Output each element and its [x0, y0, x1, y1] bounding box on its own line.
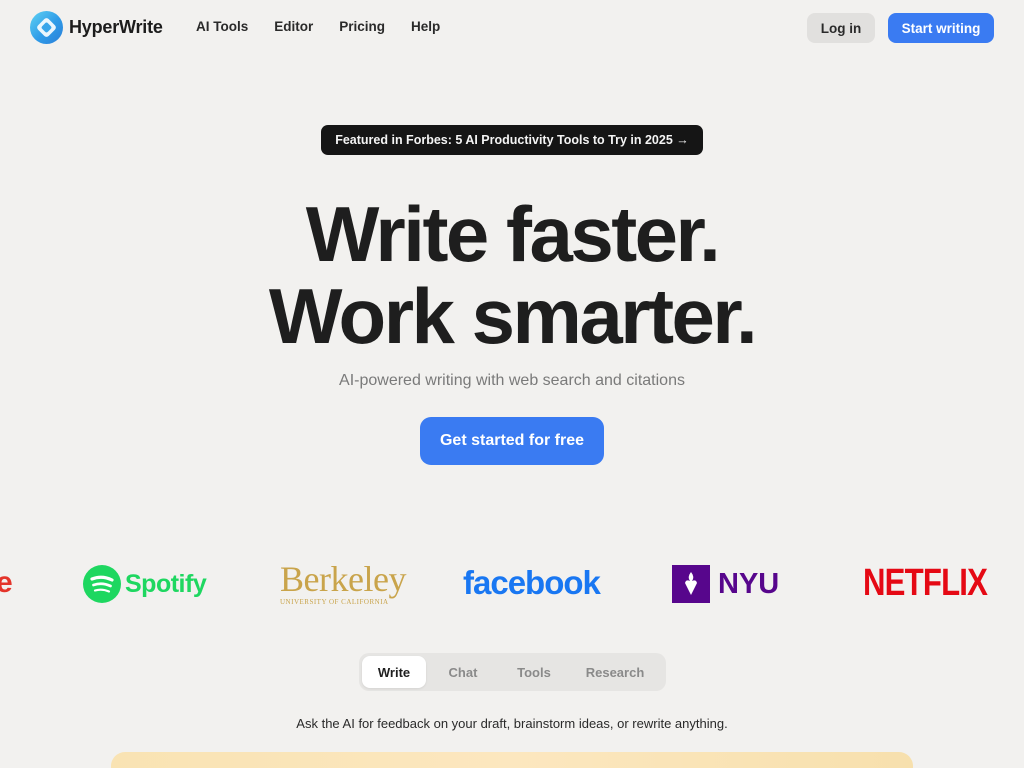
- start-writing-button[interactable]: Start writing: [888, 13, 994, 43]
- netflix-logo: NETFLIX: [863, 562, 988, 604]
- headline-line-2: Work smarter.: [268, 272, 758, 360]
- spotify-wordmark: Spotify: [125, 569, 207, 598]
- hero-subheadline: AI-powered writing with web search and c…: [339, 372, 685, 389]
- spotify-logo: Spotify: [83, 565, 207, 603]
- nav-link-ai-tools[interactable]: AI Tools: [196, 19, 248, 34]
- nyu-wordmark: NYU: [718, 567, 780, 600]
- nav-link-help[interactable]: Help: [411, 19, 440, 34]
- get-started-button[interactable]: Get started for free: [420, 417, 604, 465]
- spotify-icon: [83, 565, 121, 603]
- hyperwrite-logo-icon: [30, 11, 63, 44]
- editor-preview-panel: [111, 752, 913, 768]
- nyu-torch-icon: [672, 565, 710, 603]
- tab-description: Ask the AI for feedback on your draft, b…: [296, 716, 728, 731]
- nav-link-editor[interactable]: Editor: [274, 19, 313, 34]
- partial-logo: e: [0, 566, 13, 599]
- headline-line-1: Write faster.: [305, 190, 721, 278]
- berkeley-logo: Berkeley UNIVERSITY OF CALIFORNIA: [280, 561, 406, 606]
- tab-write[interactable]: Write: [362, 656, 426, 688]
- facebook-logo: facebook: [463, 564, 601, 601]
- customer-logos: e Spotify Berkeley UNIVERSITY OF CALIFOR…: [0, 556, 1024, 612]
- nav-link-pricing[interactable]: Pricing: [339, 19, 385, 34]
- forbes-badge[interactable]: Featured in Forbes: 5 AI Productivity To…: [321, 125, 703, 155]
- tab-chat[interactable]: Chat: [426, 656, 500, 688]
- top-nav: HyperWrite AI Tools Editor Pricing Help …: [0, 0, 1024, 56]
- login-button[interactable]: Log in: [807, 13, 875, 43]
- berkeley-wordmark: Berkeley: [280, 559, 406, 599]
- mode-tabs: Write Chat Tools Research: [359, 653, 666, 691]
- tab-research[interactable]: Research: [568, 656, 662, 688]
- berkeley-subtitle: UNIVERSITY OF CALIFORNIA: [280, 598, 389, 606]
- brand-logo[interactable]: HyperWrite: [30, 11, 163, 44]
- nyu-logo: NYU: [672, 565, 779, 603]
- hero-headline: Write faster. Work smarter.: [0, 193, 1024, 357]
- tab-tools[interactable]: Tools: [500, 656, 568, 688]
- nav-links: AI Tools Editor Pricing Help: [196, 19, 466, 34]
- brand-name: HyperWrite: [69, 17, 163, 37]
